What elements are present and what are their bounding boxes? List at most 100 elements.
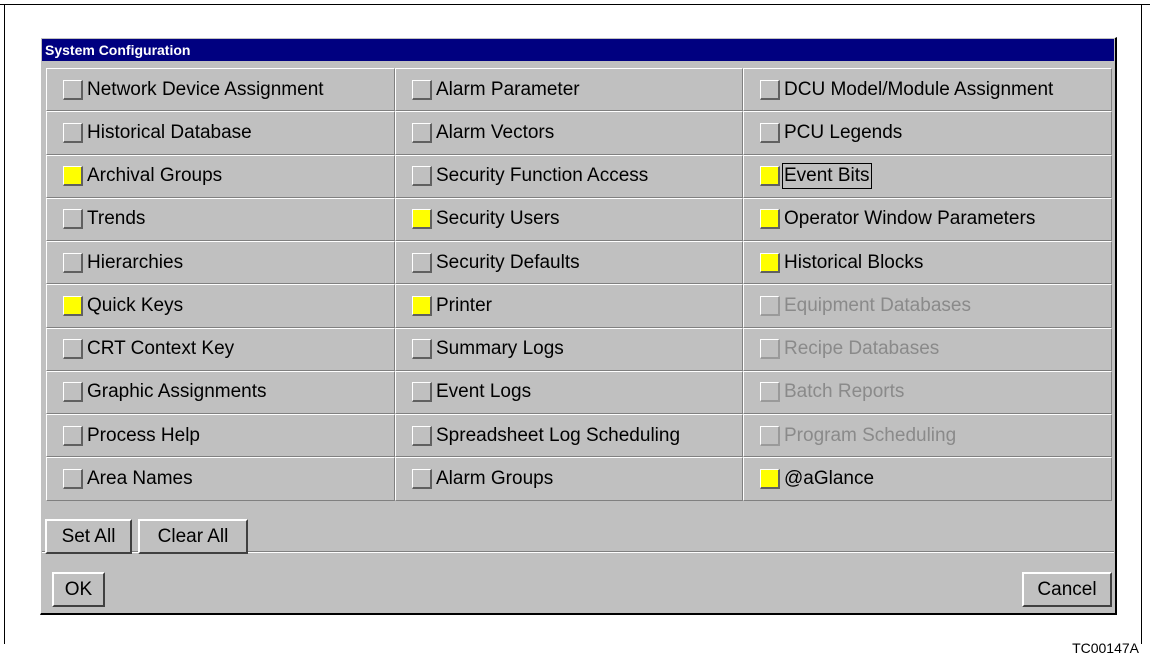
option-event-bits[interactable]: Event Bits	[743, 154, 1112, 198]
checkbox-indicator[interactable]	[760, 425, 780, 446]
option-security-users[interactable]: Security Users	[395, 197, 743, 242]
checkbox-indicator[interactable]	[760, 382, 780, 403]
option-security-defaults[interactable]: Security Defaults	[395, 241, 743, 285]
option-crt-context-key[interactable]: CRT Context Key	[46, 327, 395, 371]
checkbox-indicator[interactable]	[63, 79, 83, 100]
option-label: Summary Logs	[436, 338, 564, 360]
option-label: Area Names	[87, 468, 193, 490]
checkbox-indicator[interactable]	[63, 382, 83, 403]
option-alarm-vectors[interactable]: Alarm Vectors	[395, 111, 743, 155]
option-historical-blocks[interactable]: Historical Blocks	[743, 241, 1112, 285]
option-pcu-legends[interactable]: PCU Legends	[743, 111, 1112, 155]
checkbox-indicator[interactable]	[412, 425, 432, 446]
option-network-device-assignment[interactable]: Network Device Assignment	[46, 68, 395, 112]
option-alarm-parameter[interactable]: Alarm Parameter	[395, 68, 743, 112]
checkbox-indicator[interactable]	[760, 252, 780, 273]
option-label: Archival Groups	[87, 165, 223, 187]
option-area-names[interactable]: Area Names	[46, 457, 395, 501]
option-dcu-model-module-assignment[interactable]: DCU Model/Module Assignment	[743, 68, 1112, 112]
option-security-function-access[interactable]: Security Function Access	[395, 154, 743, 198]
cancel-button[interactable]: Cancel	[1022, 572, 1112, 607]
option-label: Event Logs	[436, 381, 532, 403]
option-label: Alarm Vectors	[436, 121, 555, 143]
option-label: Batch Reports	[784, 381, 905, 403]
option-trends[interactable]: Trends	[46, 197, 395, 242]
checkbox-indicator[interactable]	[63, 209, 83, 230]
option-recipe-databases[interactable]: Recipe Databases	[743, 327, 1112, 371]
checkbox-indicator[interactable]	[760, 469, 780, 490]
option-printer[interactable]: Printer	[395, 284, 743, 328]
option-label: Alarm Parameter	[436, 78, 580, 100]
figure-frame-top	[0, 4, 1150, 5]
figure-id-label: TC00147A	[1072, 640, 1139, 656]
option-operator-window-parameters[interactable]: Operator Window Parameters	[743, 197, 1112, 242]
option-label: Event Bits	[782, 163, 872, 190]
option-batch-reports[interactable]: Batch Reports	[743, 370, 1112, 415]
checkbox-indicator[interactable]	[63, 339, 83, 360]
option-label: Quick Keys	[87, 294, 184, 316]
option-alarm-groups[interactable]: Alarm Groups	[395, 457, 743, 501]
checkbox-indicator[interactable]	[63, 252, 83, 273]
option-historical-database[interactable]: Historical Database	[46, 111, 395, 155]
option-hierarchies[interactable]: Hierarchies	[46, 241, 395, 285]
option-label: Process Help	[87, 424, 200, 446]
option-archival-groups[interactable]: Archival Groups	[46, 154, 395, 198]
checkbox-indicator[interactable]	[63, 166, 83, 187]
options-grid: Network Device Assignment Alarm Parameter…	[46, 68, 1112, 544]
option-label: Trends	[87, 208, 146, 230]
figure-frame-right	[1141, 4, 1142, 644]
checkbox-indicator[interactable]	[760, 79, 780, 100]
option-process-help[interactable]: Process Help	[46, 414, 395, 458]
clear-all-button[interactable]: Clear All	[138, 519, 248, 554]
dialog-title: System Configuration	[42, 39, 1114, 61]
checkbox-indicator[interactable]	[412, 166, 432, 187]
figure-frame-left	[4, 4, 5, 644]
checkbox-indicator[interactable]	[760, 339, 780, 360]
option-label: Hierarchies	[87, 251, 184, 273]
option-label: PCU Legends	[784, 121, 903, 143]
checkbox-indicator[interactable]	[412, 382, 432, 403]
checkbox-indicator[interactable]	[63, 122, 83, 143]
set-all-button[interactable]: Set All	[45, 519, 132, 554]
checkbox-indicator[interactable]	[412, 469, 432, 490]
checkbox-indicator[interactable]	[760, 122, 780, 143]
option-label: Spreadsheet Log Scheduling	[436, 424, 681, 446]
ok-button[interactable]: OK	[52, 572, 105, 607]
checkbox-indicator[interactable]	[412, 209, 432, 230]
option-label: DCU Model/Module Assignment	[784, 78, 1054, 100]
checkbox-indicator[interactable]	[412, 122, 432, 143]
checkbox-indicator[interactable]	[63, 469, 83, 490]
option-label: CRT Context Key	[87, 338, 235, 360]
option-summary-logs[interactable]: Summary Logs	[395, 327, 743, 371]
checkbox-indicator[interactable]	[412, 79, 432, 100]
option-label: Security Function Access	[436, 165, 649, 187]
option-label: Historical Database	[87, 121, 252, 143]
checkbox-indicator[interactable]	[412, 339, 432, 360]
option-program-scheduling[interactable]: Program Scheduling	[743, 414, 1112, 458]
option-label: @aGlance	[784, 468, 875, 490]
option-equipment-databases[interactable]: Equipment Databases	[743, 284, 1112, 328]
checkbox-indicator[interactable]	[760, 295, 780, 316]
option-quick-keys[interactable]: Quick Keys	[46, 284, 395, 328]
checkbox-indicator[interactable]	[760, 166, 780, 187]
option-aglance[interactable]: @aGlance	[743, 457, 1112, 501]
option-spreadsheet-log-scheduling[interactable]: Spreadsheet Log Scheduling	[395, 414, 743, 458]
option-label: Network Device Assignment	[87, 78, 324, 100]
option-label: Security Defaults	[436, 251, 580, 273]
option-label: Operator Window Parameters	[784, 208, 1036, 230]
option-label: Program Scheduling	[784, 424, 957, 446]
checkbox-indicator[interactable]	[412, 295, 432, 316]
option-label: Printer	[436, 294, 492, 316]
option-label: Graphic Assignments	[87, 381, 267, 403]
checkbox-indicator[interactable]	[760, 209, 780, 230]
option-label: Alarm Groups	[436, 468, 554, 490]
option-label: Equipment Databases	[784, 294, 971, 316]
checkbox-indicator[interactable]	[63, 295, 83, 316]
system-configuration-dialog: System Configuration Network Device Assi…	[40, 37, 1117, 615]
option-label: Recipe Databases	[784, 338, 940, 360]
option-event-logs[interactable]: Event Logs	[395, 370, 743, 415]
checkbox-indicator[interactable]	[63, 425, 83, 446]
checkbox-indicator[interactable]	[412, 252, 432, 273]
option-graphic-assignments[interactable]: Graphic Assignments	[46, 370, 395, 415]
option-label: Security Users	[436, 208, 560, 230]
